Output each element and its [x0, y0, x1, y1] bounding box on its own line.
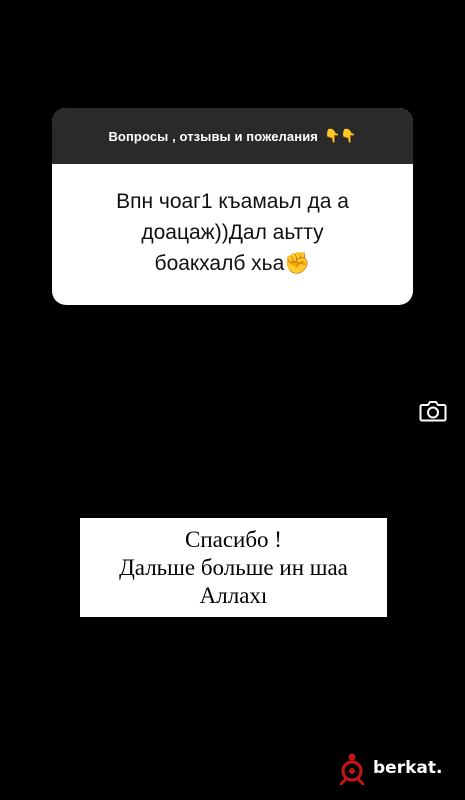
question-header: Вопросы , отзывы и пожелания 👇👇: [52, 108, 413, 164]
camera-icon[interactable]: [418, 396, 448, 426]
question-answer-text: Впн чоаг1 къамаьл да а доацаж))Дал аьтту…: [116, 190, 349, 275]
question-sticker: Вопросы , отзывы и пожелания 👇👇 Впн чоаг…: [52, 108, 413, 305]
question-header-text: Вопросы , отзывы и пожелания: [108, 128, 318, 144]
watermark-text: berkat.: [373, 758, 443, 778]
watermark: berkat.: [337, 748, 442, 788]
reply-text-box: Спасибо ! Дальше больше ин шаа Аллахı: [80, 518, 387, 617]
berkat-logo-icon: [339, 753, 365, 785]
pointing-down-emoji: 👇👇: [323, 128, 357, 143]
